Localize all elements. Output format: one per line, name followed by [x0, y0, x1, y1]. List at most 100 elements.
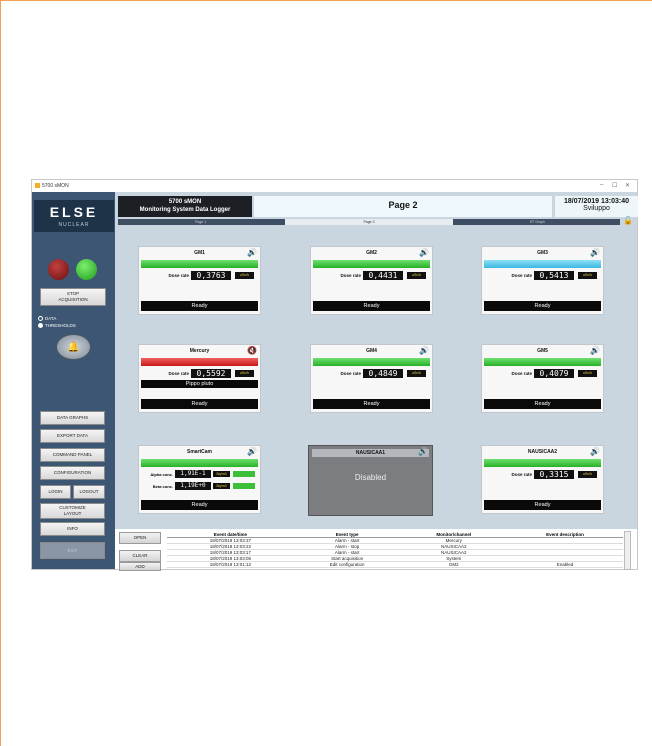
maximize-button[interactable]: ☐: [612, 182, 617, 189]
event-log-panel: OPEN CLEAR ADD Event date/time Event typ…: [115, 529, 637, 571]
header: 5700 sMON Monitoring System Data Logger …: [115, 192, 638, 217]
speaker-icon[interactable]: 🔊: [247, 447, 257, 456]
dose-rate-label: Dose rate: [168, 371, 189, 376]
device-gm4[interactable]: GM4 🔊 Dose rate 0,4849 uSv/h Ready: [310, 344, 433, 413]
alpha-status-bar: [233, 471, 255, 477]
vertical-scrollbar[interactable]: [624, 531, 631, 570]
app-name-line1: 5700 sMON: [168, 199, 202, 205]
dose-rate-label: Dose rate: [168, 273, 189, 278]
device-name: Mercury: [189, 348, 210, 354]
device-name: GM2: [366, 250, 377, 256]
speaker-muted-icon[interactable]: 🔇: [247, 346, 257, 355]
app-name-line2: Monitoring System Data Logger: [139, 207, 231, 213]
device-name: GM4: [366, 348, 377, 354]
info-button[interactable]: INFO: [40, 522, 105, 536]
alpha-value: 1,91E-1: [175, 470, 211, 478]
status-bar: [484, 358, 601, 366]
dose-rate-value: 0,4079: [534, 369, 574, 378]
configuration-button[interactable]: CONFIGURATION: [40, 466, 105, 480]
bell-icon: 🔔: [67, 341, 80, 353]
exit-button[interactable]: EXIT: [40, 542, 105, 559]
logout-button[interactable]: LOGOUT: [73, 485, 105, 499]
unit-label: uSv/h: [407, 370, 426, 377]
status-bar: [141, 358, 258, 366]
speaker-icon[interactable]: 🔊: [419, 346, 429, 355]
speaker-icon[interactable]: 🔊: [590, 447, 600, 456]
device-mercury[interactable]: Mercury 🔇 Dose rate 0,5592 uSv/h Pippo p…: [138, 344, 261, 413]
datetime: 18/07/2019 13:03:40: [564, 198, 629, 205]
cell: GM2: [400, 561, 508, 568]
stop-acquisition-button[interactable]: STOP ACQUISITION: [40, 288, 106, 306]
status-bar: [313, 260, 430, 268]
status-text: Ready: [141, 500, 258, 510]
unit-label: uSv/h: [578, 272, 597, 279]
device-nausicaa2[interactable]: NAUSICAA2 🔊 Dose rate 0,3315 uSv/h Ready: [481, 445, 604, 514]
status-text: Ready: [313, 301, 430, 311]
status-bar: [484, 260, 601, 268]
speaker-icon[interactable]: 🔊: [419, 248, 429, 257]
beta-label: Beta conc.: [152, 484, 173, 489]
device-name: GM5: [537, 348, 548, 354]
alpha-label: Alpha conc.: [150, 472, 173, 477]
dose-rate-label: Dose rate: [511, 273, 532, 278]
device-name: GM1: [194, 250, 205, 256]
status-bar: [313, 358, 430, 366]
clear-button[interactable]: CLEAR: [119, 550, 161, 562]
export-data-button[interactable]: EXPORT DATA: [40, 429, 105, 443]
dose-rate-label: Dose rate: [511, 472, 532, 477]
page-tabs: Page 1 Page 2 RT Graph: [118, 219, 620, 225]
open-button[interactable]: OPEN: [119, 532, 161, 544]
dose-rate-value: 0,3763: [191, 271, 231, 280]
device-gm2[interactable]: GM2 🔊 Dose rate 0,4431 uSv/h Ready: [310, 246, 433, 315]
dose-rate-label: Dose rate: [511, 371, 532, 376]
table-row[interactable]: 18/07/2019 13:01:12 Edit configuration GM2…: [167, 561, 623, 568]
dose-rate-value: 0,4431: [363, 271, 403, 280]
datetime-box: 18/07/2019 13:03:40 Sviluppo: [555, 196, 638, 217]
alarm-bell-button[interactable]: 🔔: [56, 334, 91, 360]
data-graphs-button[interactable]: DATA GRAPHS: [40, 411, 105, 425]
tab-page-2[interactable]: Page 2: [285, 219, 453, 225]
speaker-icon[interactable]: 🔊: [590, 346, 600, 355]
app-window: 5700 sMON – ☐ ✕ ELSE NUCLEAR STOP ACQUIS…: [31, 179, 638, 571]
radio-circle-selected: [38, 323, 43, 329]
status-bar: [141, 260, 258, 268]
device-nausicaa1[interactable]: NAUSICAA1 🔊 Disabled: [308, 445, 433, 516]
command-panel-button[interactable]: COMMAND PANEL: [40, 448, 105, 462]
speaker-icon[interactable]: 🔊: [247, 248, 257, 257]
event-table: Event date/time Event type Monitor/chann…: [167, 531, 623, 568]
cell: Edit configuration: [293, 561, 401, 568]
unit-label: uSv/h: [235, 272, 254, 279]
lock-icon[interactable]: 🔓: [623, 216, 633, 226]
speaker-icon[interactable]: 🔊: [590, 248, 600, 257]
unit-label: uSv/h: [235, 370, 254, 377]
device-gm1[interactable]: GM1 🔊 Dose rate 0,3763 uSv/h Ready: [138, 246, 261, 315]
device-smartcam[interactable]: SmartCam 🔊 Alpha conc. 1,91E-1 Bq/m3 Bet…: [138, 445, 261, 514]
radio-data[interactable]: DATA: [38, 316, 57, 322]
radio-data-label: DATA: [45, 316, 57, 321]
status-text: Ready: [484, 399, 601, 409]
unit-label: uSv/h: [578, 370, 597, 377]
customize-layout-button[interactable]: CUSTOMIZE LAYOUT: [40, 503, 105, 519]
window-title: 5700 sMON: [42, 183, 69, 189]
red-led-indicator: [48, 259, 69, 280]
device-gm3[interactable]: GM3 🔊 Dose rate 0,5413 uSv/h Ready: [481, 246, 604, 315]
tab-rt-graph[interactable]: RT Graph: [455, 219, 620, 225]
status-text: Ready: [484, 301, 601, 311]
green-led-indicator: [76, 259, 97, 280]
device-name: NAUSICAA1: [312, 449, 429, 457]
close-button[interactable]: ✕: [625, 182, 630, 189]
disabled-text: Disabled: [354, 473, 387, 482]
tab-page-1[interactable]: Page 1: [118, 219, 283, 225]
radio-thresholds[interactable]: THRESHOLDS: [38, 323, 76, 329]
sidebar: ELSE NUCLEAR STOP ACQUISITION DATA THRES…: [32, 192, 115, 569]
app-name-box: 5700 sMON Monitoring System Data Logger: [118, 196, 252, 217]
radio-thresholds-label: THRESHOLDS: [45, 323, 76, 328]
device-gm5[interactable]: GM5 🔊 Dose rate 0,4079 uSv/h Ready: [481, 344, 604, 413]
cell: Enabled: [507, 561, 623, 568]
minimize-button[interactable]: –: [600, 182, 603, 188]
status-bar: [484, 459, 601, 467]
speaker-icon[interactable]: 🔊: [418, 447, 428, 456]
login-button[interactable]: LOGIN: [40, 485, 71, 499]
add-button[interactable]: ADD: [119, 562, 161, 571]
frame-border-top: [0, 0, 652, 1]
